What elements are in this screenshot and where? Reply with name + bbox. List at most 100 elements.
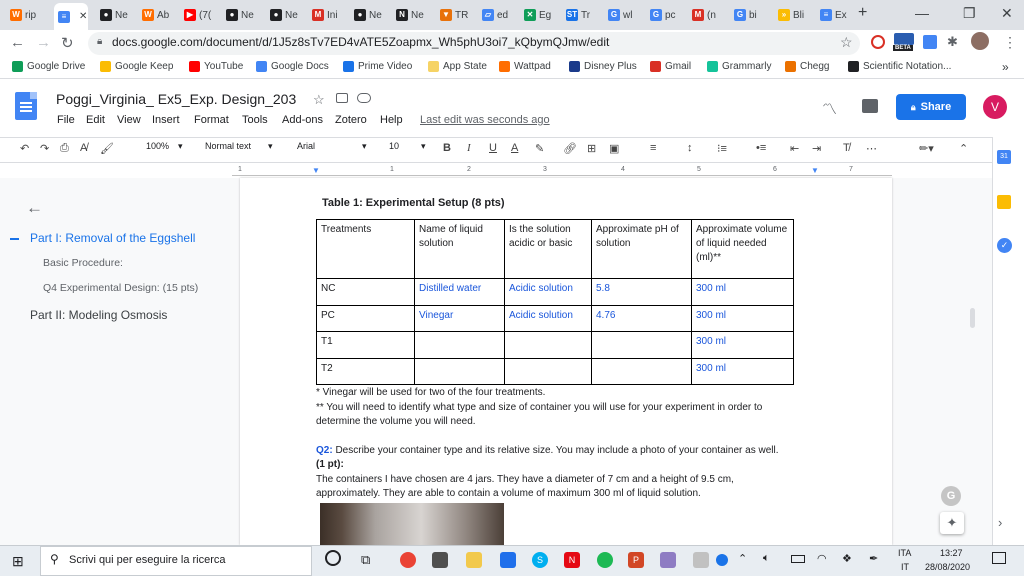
align-icon[interactable]: ≡	[650, 142, 656, 154]
table-cell[interactable]: Distilled water	[414, 278, 505, 306]
clock-date[interactable]: 28/08/2020	[925, 562, 970, 572]
dropbox-icon[interactable]: ❖	[842, 552, 852, 565]
browser-tab[interactable]: ≡ ✕	[54, 3, 88, 30]
comment-add-icon[interactable]: ⊞	[587, 142, 596, 155]
experimental-setup-table[interactable]: Treatments Name of liquid solution Is th…	[316, 219, 794, 385]
url-text[interactable]: docs.google.com/document/d/1J5z8sTv7ED4v…	[112, 35, 609, 49]
font-size-select[interactable]: 10	[389, 141, 399, 151]
bookmark-item[interactable]: Grammarly	[707, 61, 771, 72]
menu-kebab-icon[interactable]: ⋮	[1003, 34, 1017, 51]
bookmark-item[interactable]: Chegg	[785, 61, 829, 72]
browser-tab[interactable]: ● Ne	[266, 4, 302, 26]
table-header-cell[interactable]: Is the solution acidic or basic	[504, 219, 592, 279]
file-explorer-taskbar-icon[interactable]	[466, 552, 482, 568]
menu-insert[interactable]: Insert	[152, 114, 180, 126]
undo-icon[interactable]: ↶	[20, 142, 29, 155]
browser-tab[interactable]: ≡ Ex	[816, 4, 852, 26]
netflix-taskbar-icon[interactable]: N	[564, 552, 580, 568]
bulleted-list-icon[interactable]: •≡	[756, 142, 766, 154]
decrease-indent-icon[interactable]: ⇤	[790, 142, 799, 155]
extension-icon[interactable]	[894, 33, 914, 45]
table-cell[interactable]	[414, 357, 505, 385]
table-cell[interactable]: T1	[316, 331, 415, 359]
pen-tray-icon[interactable]: ✒︎	[869, 552, 878, 565]
tasks-icon[interactable]: ✓	[997, 238, 1012, 253]
menu-help[interactable]: Help	[380, 114, 403, 126]
explore-button-icon[interactable]: ✦	[940, 512, 964, 534]
bookmark-item[interactable]: Google Docs	[256, 61, 329, 72]
bookmark-item[interactable]: App State	[428, 61, 487, 72]
grammarly-icon[interactable]: G	[941, 486, 961, 506]
chevron-down-icon[interactable]: ▾	[178, 141, 183, 152]
language-top[interactable]: ITA	[898, 548, 911, 558]
move-folder-icon[interactable]	[336, 93, 348, 103]
panel-expand-icon[interactable]: ›	[998, 515, 1002, 530]
powerpoint-taskbar-icon[interactable]: P	[628, 552, 644, 568]
browser-tab[interactable]: Wrip	[6, 4, 47, 26]
puzzle-icon[interactable]: ✱	[947, 34, 958, 50]
browser-tab[interactable]: ✕ Eg	[520, 4, 556, 26]
table-cell[interactable]	[504, 357, 592, 385]
browser-tab[interactable]: ● Ne	[222, 4, 260, 26]
notifications-icon[interactable]	[992, 552, 1006, 564]
chevron-down-icon[interactable]: ▾	[362, 141, 367, 152]
style-select[interactable]: Normal text	[205, 141, 251, 151]
table-cell[interactable]: 4.76	[591, 304, 692, 332]
menu-edit[interactable]: Edit	[86, 114, 105, 126]
bookmark-item[interactable]: Gmail	[650, 61, 691, 72]
reload-icon[interactable]: ↻	[61, 34, 74, 52]
table-cell[interactable]: 5.8	[591, 278, 692, 306]
close-tab-icon[interactable]: ✕	[79, 11, 87, 22]
bookmark-item[interactable]: Prime Video	[343, 61, 412, 72]
table-cell[interactable]: Acidic solution	[504, 304, 592, 332]
browser-tab[interactable]: » Bli	[774, 4, 810, 26]
docs-logo-icon[interactable]	[15, 92, 37, 120]
browser-tab[interactable]: Gpc	[646, 4, 682, 26]
left-indent-marker[interactable]: ▼	[312, 166, 320, 175]
tray-chevron-up-icon[interactable]: ⌃	[738, 552, 747, 565]
table-cell[interactable]: Vinegar	[414, 304, 505, 332]
line-spacing-icon[interactable]: ↕	[687, 142, 693, 154]
browser-tab[interactable]: W Ab	[138, 4, 174, 26]
table-cell[interactable]: 300 ml	[691, 278, 794, 306]
menu-file[interactable]: File	[57, 114, 75, 126]
browser-tab[interactable]: N Ne	[392, 4, 430, 26]
table-cell[interactable]: Acidic solution	[504, 278, 592, 306]
font-select[interactable]: Arial	[297, 141, 315, 151]
taskbar-search-placeholder[interactable]: Scrivi qui per eseguire la ricerca	[69, 554, 226, 566]
numbered-list-icon[interactable]: ⁝≡	[717, 142, 727, 155]
zoom-select[interactable]: 100%	[146, 141, 169, 151]
chrome-taskbar-icon[interactable]	[400, 552, 416, 568]
browser-tab[interactable]: ST Tr	[562, 4, 598, 26]
outline-item[interactable]: Q4 Experimental Design: (15 pts)	[43, 282, 198, 294]
bookmark-item[interactable]: Google Keep	[100, 61, 173, 72]
last-edit-link[interactable]: Last edit was seconds ago	[420, 114, 550, 126]
minimize-button[interactable]: —	[915, 5, 929, 21]
browser-tab[interactable]: ▱ ed	[478, 4, 514, 26]
cloud-status-icon[interactable]	[357, 93, 371, 103]
table-header-cell[interactable]: Treatments	[316, 219, 415, 279]
block-extension-icon[interactable]	[871, 35, 885, 49]
underline-button[interactable]: U	[489, 142, 497, 154]
clock-time[interactable]: 13:27	[940, 548, 963, 558]
bookmark-item[interactable]: Google Drive	[12, 61, 85, 72]
chevron-down-icon[interactable]: ▾	[421, 141, 426, 152]
calendar-icon[interactable]: 31	[997, 150, 1011, 164]
browser-tab[interactable]: ● Ne	[96, 4, 132, 26]
windows-start-icon[interactable]: ⊞	[12, 553, 24, 570]
link-icon[interactable]: 🔗︎	[563, 142, 577, 155]
italic-button[interactable]: I	[467, 142, 471, 154]
table-cell[interactable]	[591, 331, 692, 359]
more-options-icon[interactable]: ⋯	[866, 142, 877, 155]
help-tray-icon[interactable]	[716, 554, 728, 566]
outline-back-arrow-icon[interactable]: ←	[26, 198, 43, 218]
comments-icon[interactable]	[862, 99, 878, 113]
activity-trend-icon[interactable]: 〽	[822, 98, 837, 119]
table-header-cell[interactable]: Approximate pH of solution	[591, 219, 692, 279]
bookmark-item[interactable]: YouTube	[189, 61, 243, 72]
bookmark-star-icon[interactable]: ☆	[840, 34, 853, 51]
outline-item[interactable]: Basic Procedure:	[43, 257, 123, 269]
chevron-down-icon[interactable]: ▾	[268, 141, 273, 152]
menu-format[interactable]: Format	[194, 114, 229, 126]
bold-button[interactable]: B	[443, 142, 451, 154]
